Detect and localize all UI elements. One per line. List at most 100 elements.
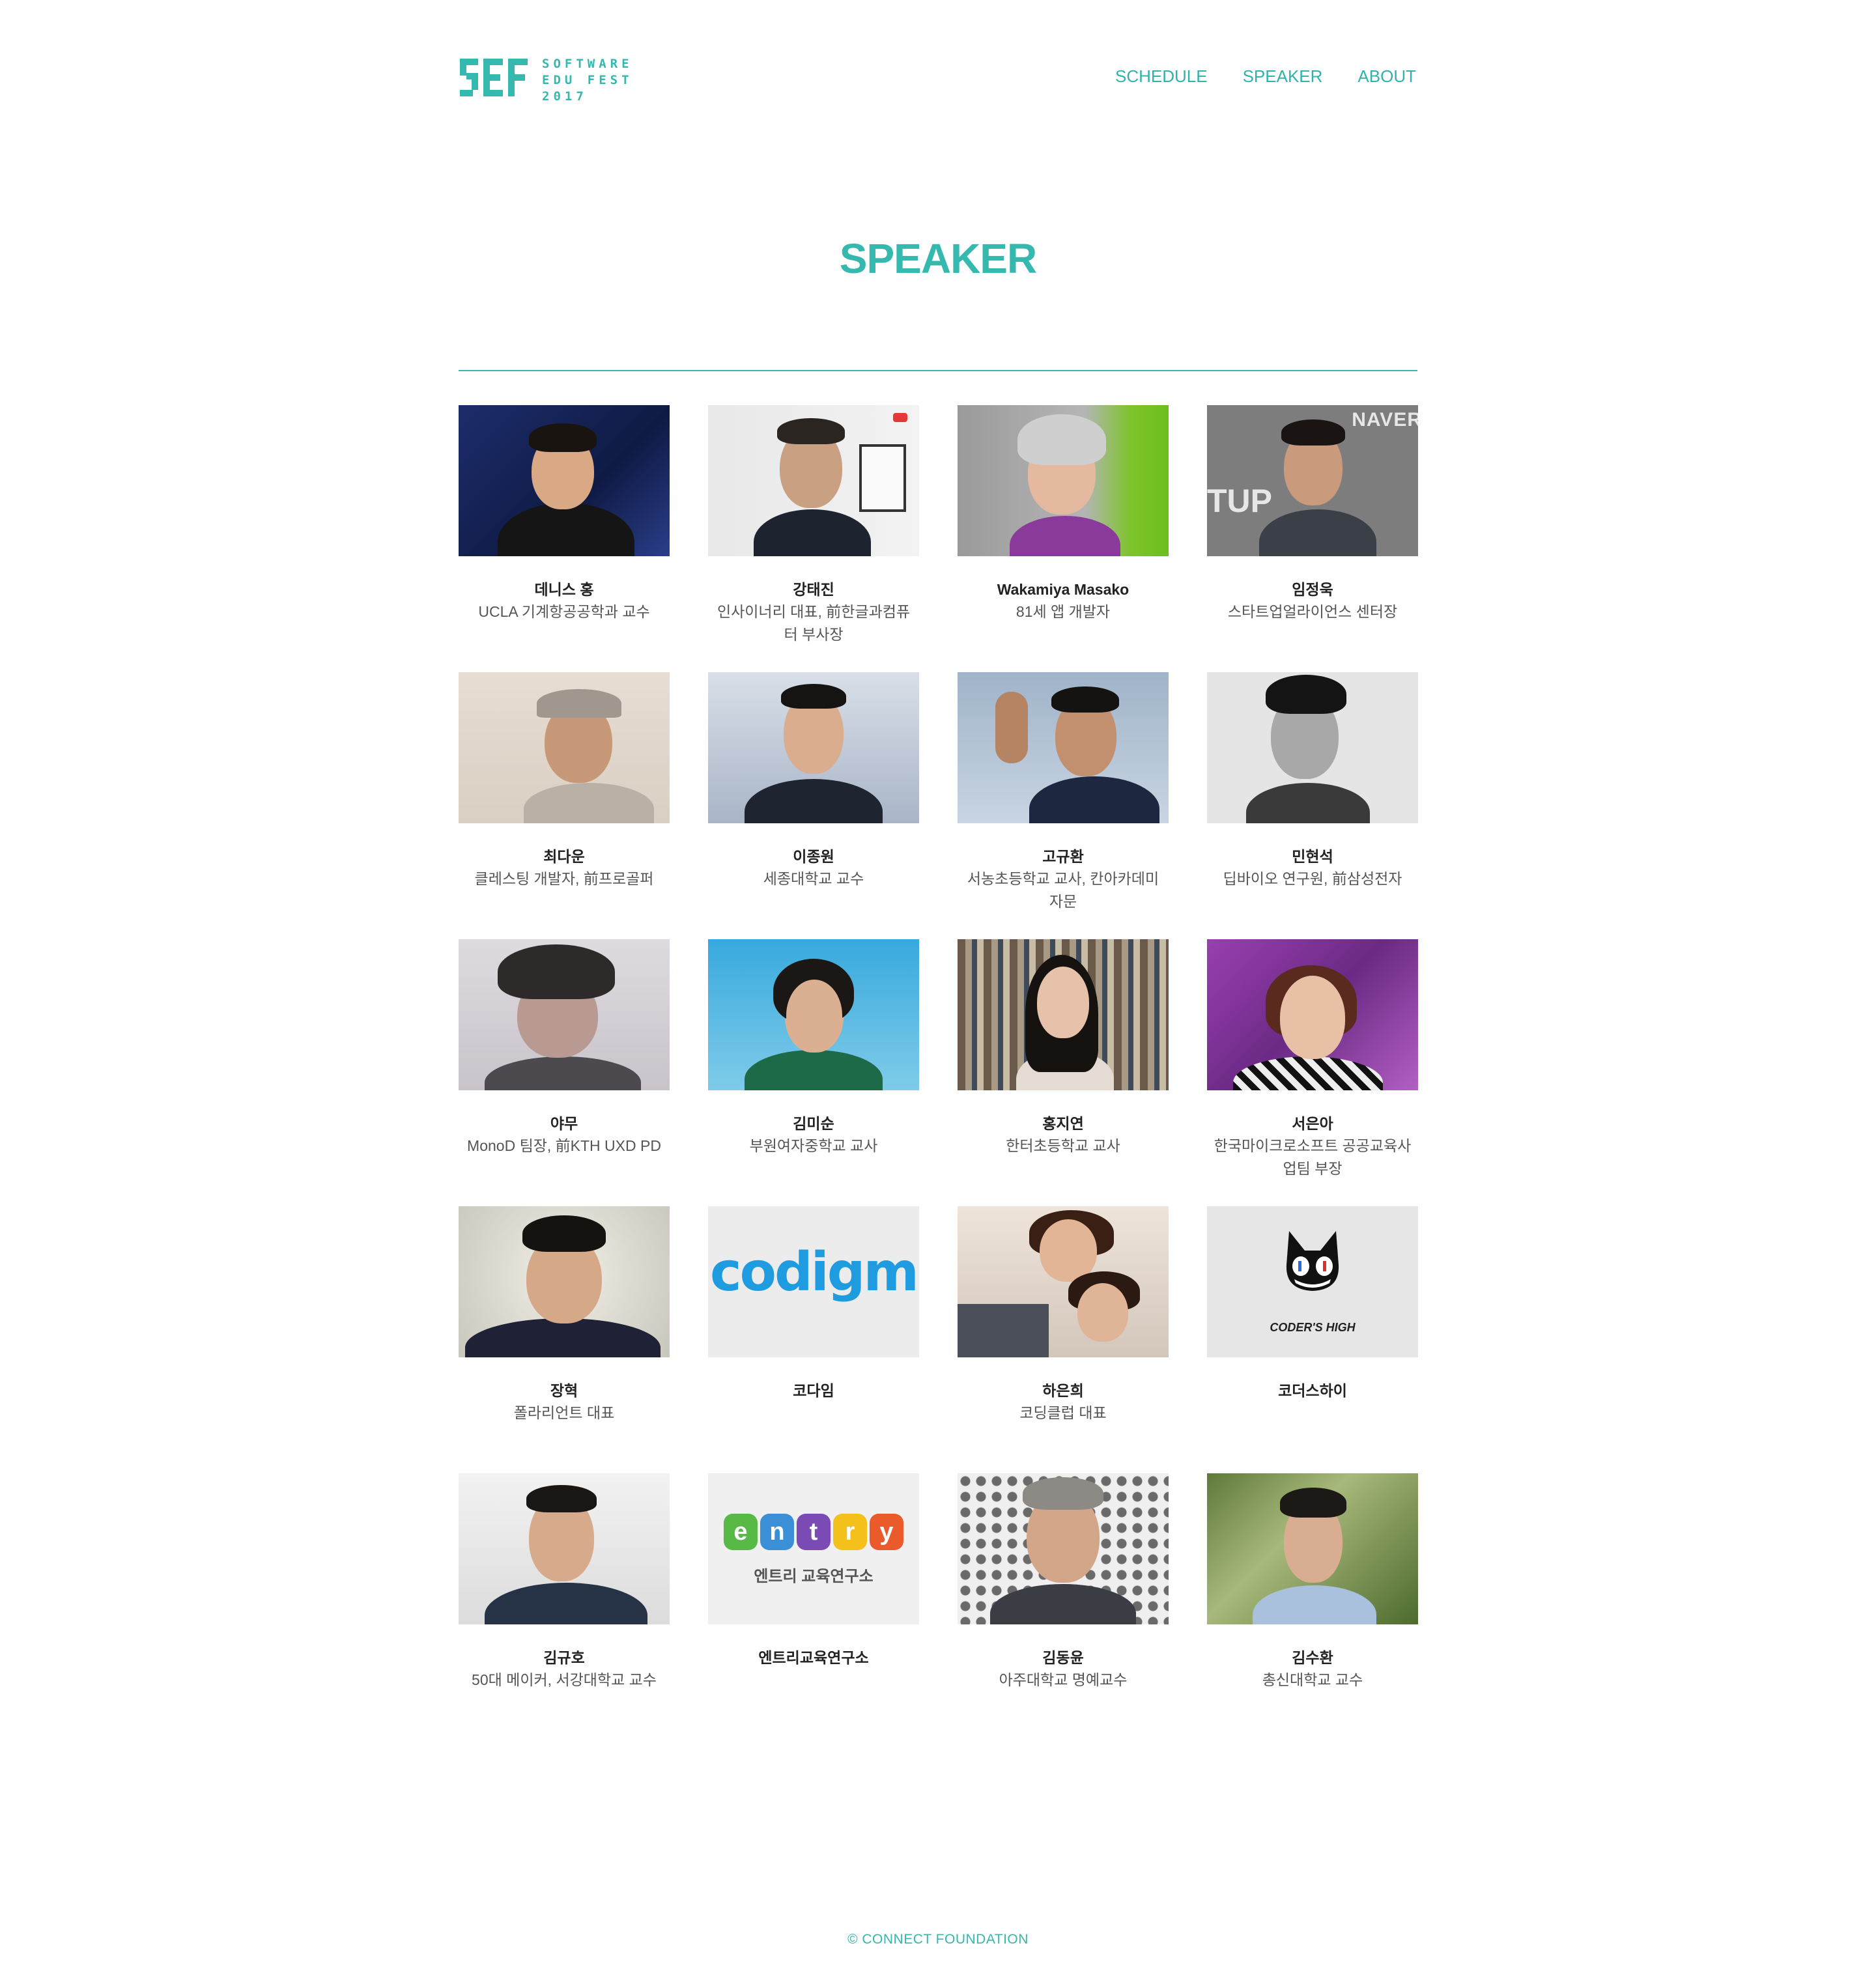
entry-letter: y: [870, 1514, 903, 1550]
speaker-card[interactable]: CODER'S HIGH 코더스하이: [1207, 1206, 1418, 1454]
logo-line-1: SOFTWARE: [542, 57, 633, 71]
speaker-card[interactable]: 야무 MonoD 팀장, 前KTH UXD PD: [459, 939, 670, 1187]
entry-logo: e n t r y: [722, 1514, 905, 1553]
speaker-role: 81세 앱 개발자: [1016, 603, 1111, 620]
sef-logo[interactable]: SOFTWARE EDU FEST 2017: [460, 52, 655, 104]
speaker-card[interactable]: 하은희 코딩클럽 대표: [958, 1206, 1169, 1454]
speaker-card[interactable]: 김미순 부원여자중학교 교사: [708, 939, 919, 1187]
sef-logo-mark: [460, 59, 528, 96]
speaker-card[interactable]: 최다운 클레스팅 개발자, 前프로골퍼: [459, 672, 670, 920]
footer-copyright[interactable]: © CONNECT FOUNDATION: [459, 1932, 1417, 1947]
speaker-card[interactable]: 고규환 서농초등학교 교사, 칸아카데미 자문: [958, 672, 1169, 920]
logo-line-2: EDU FEST: [542, 73, 633, 87]
speaker-role: 코딩클럽 대표: [1019, 1404, 1107, 1421]
speaker-card[interactable]: NAVER TUP 임정욱 스타트업얼라이언스 센터장: [1207, 405, 1418, 653]
logo-line-3: 2017: [542, 89, 588, 104]
speaker-photo: [1207, 672, 1418, 823]
speaker-card[interactable]: 이종원 세종대학교 교수: [708, 672, 919, 920]
nav-about[interactable]: ABOUT: [1357, 66, 1416, 87]
speaker-photo: e n t r y 엔트리 교육연구소: [708, 1473, 919, 1624]
speaker-name: 야무: [550, 1115, 578, 1132]
speaker-role: 한터초등학교 교사: [1006, 1137, 1120, 1154]
speaker-card[interactable]: 김수환 총신대학교 교수: [1207, 1473, 1418, 1721]
speaker-card[interactable]: codigm 코다임: [708, 1206, 919, 1454]
speaker-card[interactable]: 강태진 인사이너리 대표, 前한글과컴퓨터 부사장: [708, 405, 919, 653]
speaker-photo: [459, 1206, 670, 1357]
speaker-grid: 데니스 홍 UCLA 기계항공공학과 교수 강태진 인사이너리 대표, 前한글과…: [459, 405, 1418, 1721]
speaker-photo: [459, 939, 670, 1090]
speaker-card[interactable]: 민현석 딥바이오 연구원, 前삼성전자: [1207, 672, 1418, 920]
speaker-name: 이종원: [793, 848, 834, 865]
speaker-card[interactable]: 데니스 홍 UCLA 기계항공공학과 교수: [459, 405, 670, 653]
speaker-name: 엔트리교육연구소: [758, 1649, 869, 1666]
speaker-card[interactable]: 홍지연 한터초등학교 교사: [958, 939, 1169, 1187]
entry-letter: e: [724, 1514, 758, 1550]
speaker-role: 인사이너리 대표, 前한글과컴퓨터 부사장: [717, 603, 911, 643]
speaker-card[interactable]: Wakamiya Masako 81세 앱 개발자: [958, 405, 1169, 653]
speaker-name: 서은아: [1292, 1115, 1333, 1132]
speaker-photo: [1207, 939, 1418, 1090]
speaker-role: 딥바이오 연구원, 前삼성전자: [1223, 870, 1402, 887]
speaker-name: 코다임: [793, 1382, 834, 1399]
naver-sign: NAVER: [1352, 409, 1418, 431]
speaker-photo: [459, 1473, 670, 1624]
speaker-name: 강태진: [793, 581, 834, 598]
speaker-name: 김규호: [543, 1649, 585, 1666]
speaker-photo: [1207, 1473, 1418, 1624]
entry-letter: t: [797, 1514, 831, 1550]
entry-letter: r: [833, 1514, 867, 1550]
speaker-role: 아주대학교 명예교수: [999, 1671, 1128, 1688]
speaker-role: UCLA 기계항공공학과 교수: [478, 603, 650, 620]
speaker-photo: codigm: [708, 1206, 919, 1357]
speaker-name: 김동윤: [1042, 1649, 1084, 1666]
speaker-name: 임정욱: [1292, 581, 1333, 598]
speaker-name: 김미순: [793, 1115, 834, 1132]
tup-sign: TUP: [1207, 483, 1272, 519]
speaker-name: 하은희: [1042, 1382, 1084, 1399]
speaker-name: 고규환: [1042, 848, 1084, 865]
speaker-photo: CODER'S HIGH: [1207, 1206, 1418, 1357]
coders-high-wordmark: CODER'S HIGH: [1270, 1321, 1356, 1334]
speaker-role: MonoD 팀장, 前KTH UXD PD: [467, 1137, 661, 1154]
speaker-role: 총신대학교 교수: [1262, 1671, 1363, 1688]
speaker-photo: [958, 939, 1169, 1090]
speaker-role: 부원여자중학교 교사: [749, 1137, 878, 1154]
nav-schedule[interactable]: SCHEDULE: [1115, 66, 1208, 87]
speaker-photo: [958, 672, 1169, 823]
speaker-name: 장혁: [550, 1382, 578, 1399]
speaker-photo: [708, 672, 919, 823]
title-divider: [459, 370, 1417, 371]
speaker-card[interactable]: 장혁 폴라리언트 대표: [459, 1206, 670, 1454]
speaker-card[interactable]: e n t r y 엔트리 교육연구소 엔트리교육연구소: [708, 1473, 919, 1721]
speaker-photo: [708, 939, 919, 1090]
speaker-role: 서농초등학교 교사, 칸아카데미 자문: [967, 870, 1159, 910]
speaker-role: 폴라리언트 대표: [513, 1404, 615, 1421]
entry-caption: 엔트리 교육연구소: [754, 1568, 874, 1585]
codigm-logo: codigm: [710, 1241, 919, 1303]
speaker-role: 50대 메이커, 서강대학교 교수: [472, 1671, 657, 1688]
page-title: SPEAKER: [839, 235, 1037, 282]
speaker-photo: [459, 672, 670, 823]
speaker-photo: NAVER TUP: [1207, 405, 1418, 556]
site-header: SOFTWARE EDU FEST 2017 SCHEDULE SPEAKER …: [459, 46, 1417, 111]
speaker-name: 최다운: [543, 848, 585, 865]
speaker-photo: [708, 405, 919, 556]
sef-logo-text: SOFTWARE EDU FEST 2017: [542, 56, 633, 105]
speaker-photo: [958, 1473, 1169, 1624]
speaker-photo: [958, 1206, 1169, 1357]
entry-letter: n: [760, 1514, 794, 1550]
speaker-name: 코더스하이: [1278, 1382, 1347, 1399]
speaker-name: 민현석: [1292, 848, 1333, 865]
speaker-name: 홍지연: [1042, 1115, 1084, 1132]
speaker-card[interactable]: 김동윤 아주대학교 명예교수: [958, 1473, 1169, 1721]
speaker-name: 김수환: [1292, 1649, 1333, 1666]
speaker-role: 한국마이크로소프트 공공교육사업팀 부장: [1214, 1137, 1412, 1177]
speaker-role: 스타트업얼라이언스 센터장: [1227, 603, 1398, 620]
speaker-photo: [459, 405, 670, 556]
coders-high-mascot: [1286, 1231, 1339, 1291]
speaker-photo: [958, 405, 1169, 556]
speaker-role: 세종대학교 교수: [763, 870, 864, 887]
nav-speaker[interactable]: SPEAKER: [1243, 66, 1323, 87]
speaker-card[interactable]: 서은아 한국마이크로소프트 공공교육사업팀 부장: [1207, 939, 1418, 1187]
speaker-card[interactable]: 김규호 50대 메이커, 서강대학교 교수: [459, 1473, 670, 1721]
